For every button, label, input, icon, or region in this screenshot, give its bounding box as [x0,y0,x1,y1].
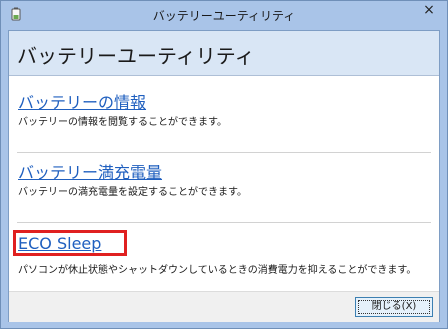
header-panel: バッテリーユーティリティ [9,31,439,76]
window-title: バッテリーユーティリティ [152,9,296,23]
battery-info-link[interactable]: バッテリーの情報 [18,89,146,113]
utility-window: バッテリーユーティリティ × バッテリーユーティリティ バッテリーの情報 バッテ… [0,0,448,329]
footer-bar: 閉じる(X) [9,291,439,322]
divider [17,222,431,223]
battery-info-description: バッテリーの情報を閲覧することができます。 [18,117,227,128]
client-area: バッテリーユーティリティ バッテリーの情報 バッテリーの情報を閲覧することができ… [8,30,440,322]
full-charge-description: バッテリーの満充電量を設定することができます。 [18,187,247,198]
window-close-button[interactable]: × [411,1,447,21]
page-title: バッテリーユーティリティ [17,44,255,68]
focus-rect [358,300,430,314]
full-charge-link[interactable]: バッテリー満充電量 [18,159,162,183]
title-bar[interactable]: バッテリーユーティリティ × [1,1,447,30]
divider [17,152,431,153]
eco-sleep-description: パソコンが休止状態やシャットダウンしているときの消費電力を抑えることができます。 [18,265,417,276]
highlight-box [13,230,127,256]
close-button[interactable]: 閉じる(X) [355,297,433,317]
